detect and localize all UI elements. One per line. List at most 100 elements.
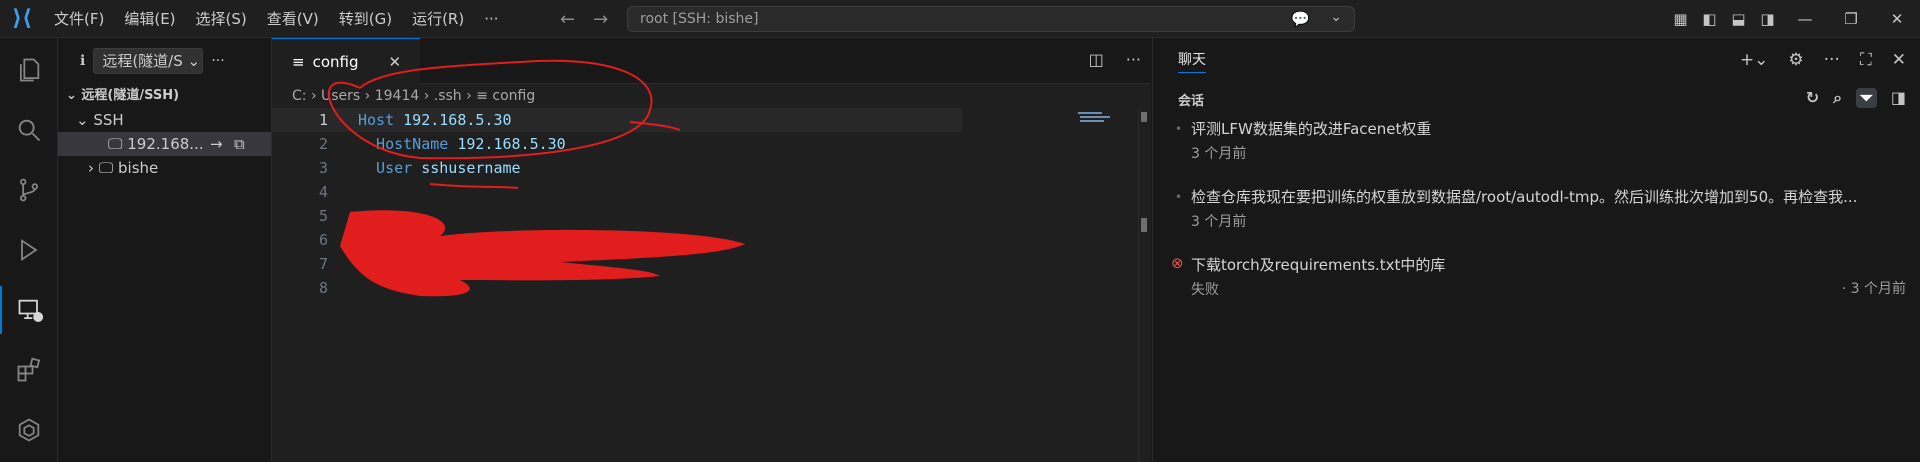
filter-icon[interactable]: ⏷ (1856, 88, 1877, 108)
minimize-icon[interactable]: — (1782, 10, 1828, 28)
line-number: 8 (318, 279, 328, 297)
source-control-icon[interactable] (0, 166, 58, 214)
toggle-sidebar-icon[interactable]: ◧ (1695, 10, 1724, 28)
menu-run[interactable]: 运行(R) (402, 0, 474, 38)
chat-icon[interactable]: 💬 (1291, 10, 1310, 28)
toggle-panel-icon[interactable]: ⬓ (1724, 10, 1753, 28)
line-number: 7 (318, 255, 328, 273)
sidebar-header: ℹ 远程(隧道/S ⌄ ··· (58, 38, 271, 84)
code-line[interactable]: 6 (272, 228, 1151, 252)
code-line[interactable]: 2 HostName 192.168.5.30 (272, 132, 1151, 156)
session-time: 3 个月前 (1191, 214, 1247, 230)
code-editor[interactable]: 1 Host 192.168.5.30 2 HostName 192.168.5.3… (272, 108, 1151, 300)
editor-area: ≡ config ✕ ◫ ··· C: › Users › 19414 › .s… (272, 38, 1151, 462)
breadcrumb-item[interactable]: Users (321, 88, 360, 104)
breadcrumb-item[interactable]: C: (292, 88, 307, 104)
session-title: 评测LFW数据集的改进Facenet权重 (1191, 120, 1432, 138)
menu-go[interactable]: 转到(G) (329, 0, 402, 38)
section-header[interactable]: ⌄ 远程(隧道/SSH) (58, 84, 271, 108)
monitor-icon: 🖵 (108, 135, 123, 153)
code-line[interactable]: 4 (272, 180, 1151, 204)
code-token: Host (358, 111, 395, 129)
line-number: 5 (318, 207, 328, 225)
search-icon[interactable]: ⌕ (1833, 88, 1842, 108)
tab-label: config (312, 52, 359, 71)
forward-arrow-icon[interactable]: → (593, 9, 608, 30)
close-window-icon[interactable]: ✕ (1874, 10, 1920, 28)
ssh-host-item[interactable]: › 🖵 bishe (58, 156, 271, 180)
menu-edit[interactable]: 编辑(E) (114, 0, 185, 38)
line-text: User sshusername (358, 156, 521, 180)
new-window-icon[interactable]: ⧉ (234, 132, 245, 156)
back-arrow-icon[interactable]: ← (560, 9, 575, 30)
gear-icon[interactable]: ⚙ (1788, 50, 1803, 70)
window-controls: ▦ ◧ ⬓ ◨ — ❐ ✕ (1666, 0, 1920, 38)
remote-type-value: 远程(隧道/S (102, 52, 183, 70)
refresh-icon[interactable]: ↻ (1806, 88, 1819, 108)
session-item[interactable]: ⊗ 下载torch及requirements.txt中的库 失败 · 3 个月前 (1153, 250, 1920, 318)
line-number: 3 (318, 159, 328, 177)
remote-type-select[interactable]: 远程(隧道/S ⌄ (93, 48, 204, 74)
breadcrumb: C: › Users › 19414 › .ssh › ≡ config (292, 88, 536, 104)
search-icon[interactable] (0, 106, 58, 154)
toggle-view-icon[interactable]: ◨ (1891, 88, 1906, 108)
remote-explorer-icon[interactable] (0, 286, 58, 334)
toggle-secondary-sidebar-icon[interactable]: ◨ (1753, 10, 1782, 28)
chevron-down-icon[interactable]: ⌄ (1330, 9, 1342, 25)
session-item[interactable]: • 检查仓库我现在要把训练的权重放到数据盘/root/autodl-tmp。然后… (1153, 182, 1920, 250)
command-center-label: root [SSH: bishe] (640, 11, 759, 27)
code-line[interactable]: 3 User sshusername (272, 156, 1151, 180)
sessions-title: 会话 (1178, 93, 1205, 109)
sessions-actions: ↻ ⌕ ⏷ ◨ (1806, 88, 1906, 108)
more-actions-icon[interactable]: ··· (1824, 50, 1840, 70)
tab-config[interactable]: ≡ config ✕ (272, 38, 420, 84)
code-line[interactable]: 5 (272, 204, 1151, 228)
close-icon[interactable]: ✕ (388, 53, 401, 71)
chat-tab[interactable]: 聊天 (1178, 49, 1206, 73)
split-editor-icon[interactable]: ◫ (1089, 50, 1104, 69)
breadcrumb-item[interactable]: 19414 (375, 88, 420, 104)
breadcrumb-item[interactable]: .ssh (434, 88, 462, 104)
ssh-host-label: 192.168... (127, 135, 204, 153)
session-status: 失败 (1191, 282, 1219, 298)
menu-selection[interactable]: 选择(S) (186, 0, 257, 38)
restore-icon[interactable]: ❐ (1828, 10, 1874, 28)
line-number: 2 (318, 135, 328, 153)
info-icon[interactable]: ℹ (80, 53, 85, 69)
editor-actions: ◫ ··· (1089, 50, 1141, 69)
close-icon[interactable]: ✕ (1892, 50, 1906, 70)
ssh-host-item[interactable]: 🖵 192.168... → ⧉ (58, 132, 271, 156)
copilot-icon[interactable] (0, 406, 58, 454)
more-actions-icon[interactable]: ··· (211, 53, 224, 69)
menu-view[interactable]: 查看(V) (257, 0, 329, 38)
explorer-icon[interactable] (0, 46, 58, 94)
connect-arrow-icon[interactable]: → (210, 132, 223, 156)
vscode-logo-icon: ⟩⟨ (11, 6, 33, 31)
menu-file[interactable]: 文件(F) (44, 0, 114, 38)
breadcrumb-item[interactable]: config (492, 88, 535, 104)
line-text: Host 192.168.5.30 (358, 108, 512, 132)
menu-bar: 文件(F) 编辑(E) 选择(S) 查看(V) 转到(G) 运行(R) ··· (44, 0, 509, 38)
code-line[interactable]: 1 Host 192.168.5.30 (272, 108, 962, 132)
session-title: 检查仓库我现在要把训练的权重放到数据盘/root/autodl-tmp。然后训练… (1191, 188, 1858, 206)
new-chat-icon[interactable]: +⌄ (1740, 50, 1769, 70)
customize-layout-icon[interactable]: ▦ (1666, 10, 1695, 28)
minimap[interactable] (1058, 108, 1144, 462)
ssh-group[interactable]: ⌄ SSH (58, 108, 271, 132)
chat-panel: 聊天 +⌄ ⚙ ··· ⛶ ✕ 会话 ↻ ⌕ ⏷ ◨ • 评测LFW数据集的改进… (1152, 38, 1920, 462)
code-line[interactable]: 7 (272, 252, 1151, 276)
line-text: HostName 192.168.5.30 (358, 132, 566, 156)
run-debug-icon[interactable] (0, 226, 58, 274)
file-lines-icon: ≡ (292, 52, 305, 71)
code-line[interactable]: 8 (272, 276, 1151, 300)
section-title: 远程(隧道/SSH) (81, 88, 180, 103)
maximize-icon[interactable]: ⛶ (1860, 50, 1872, 70)
vertical-scrollbar[interactable] (1138, 108, 1148, 462)
remote-explorer-sidebar: ℹ 远程(隧道/S ⌄ ··· ⌄ 远程(隧道/SSH) ⌄ SSH 🖵 192… (58, 38, 272, 462)
more-actions-icon[interactable]: ··· (1126, 50, 1141, 69)
code-token: sshusername (412, 159, 521, 177)
menu-more[interactable]: ··· (474, 0, 508, 38)
extensions-icon[interactable] (0, 346, 58, 394)
command-center[interactable]: root [SSH: bishe] 💬 ⌄ (627, 6, 1355, 32)
session-item[interactable]: • 评测LFW数据集的改进Facenet权重 3 个月前 (1153, 114, 1920, 182)
